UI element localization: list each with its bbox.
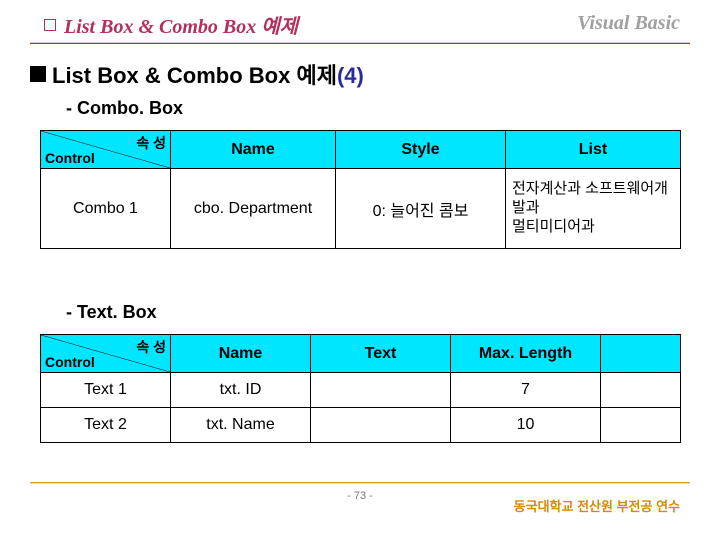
table-header-row: 속 성 Control Name Text Max. Length — [41, 335, 681, 373]
cell-name: txt. Name — [171, 408, 311, 443]
cell-empty — [601, 408, 681, 443]
sub-prefix: - — [66, 98, 77, 118]
col-maxlength: Max. Length — [451, 335, 601, 373]
cell-list: 전자계산과 소프트웨어개발과 멀티미디어과 — [506, 169, 681, 249]
col-empty — [601, 335, 681, 373]
cell-name: cbo. Department — [171, 169, 336, 249]
section-title: List Box & Combo Box 예제(4) — [30, 58, 364, 90]
cell-style: 0: 늘어진 콤보 — [336, 169, 506, 249]
header-divider — [30, 42, 690, 44]
subheading-combobox: - Combo. Box — [66, 98, 183, 119]
corner-cell: 속 성 Control — [41, 335, 171, 373]
cell-maxlength: 7 — [451, 373, 601, 408]
slide-header: List Box & Combo Box 예제 — [44, 10, 298, 39]
subheading-textbox: - Text. Box — [66, 302, 157, 323]
footer-divider — [30, 482, 690, 484]
cell-maxlength: 10 — [451, 408, 601, 443]
cell-control: Combo 1 — [41, 169, 171, 249]
cell-name: txt. ID — [171, 373, 311, 408]
sub-prefix: - — [66, 302, 77, 322]
table-row: Text 2 txt. Name 10 — [41, 408, 681, 443]
cell-empty — [601, 373, 681, 408]
corner-bottom-label: Control — [45, 150, 95, 166]
corner-top-label: 속 성 — [136, 337, 166, 357]
corner-cell: 속 성 Control — [41, 131, 171, 169]
cell-text — [311, 408, 451, 443]
sub-label: Text. Box — [77, 302, 157, 322]
sub-label: Combo. Box — [77, 98, 183, 118]
col-style: Style — [336, 131, 506, 169]
bullet-square-icon — [44, 19, 56, 31]
combobox-properties-table: 속 성 Control Name Style List Combo 1 cbo.… — [40, 130, 681, 249]
col-list: List — [506, 131, 681, 169]
brand-label: Visual Basic — [577, 12, 680, 35]
table-row: Text 1 txt. ID 7 — [41, 373, 681, 408]
cell-control: Text 2 — [41, 408, 171, 443]
col-name: Name — [171, 131, 336, 169]
textbox-properties-table: 속 성 Control Name Text Max. Length Text 1… — [40, 334, 681, 443]
corner-bottom-label: Control — [45, 354, 95, 370]
section-title-text: List Box & Combo Box 예제(4) — [52, 58, 364, 90]
section-prefix: List Box & Combo Box 예제 — [52, 63, 337, 88]
slide-header-title: List Box & Combo Box 예제 — [64, 10, 298, 39]
section-suffix: (4) — [337, 63, 364, 88]
corner-top-label: 속 성 — [136, 133, 166, 153]
cell-control: Text 1 — [41, 373, 171, 408]
table-header-row: 속 성 Control Name Style List — [41, 131, 681, 169]
col-name: Name — [171, 335, 311, 373]
cell-text — [311, 373, 451, 408]
footer-credit: 동국대학교 전산원 부전공 연수 — [514, 496, 680, 515]
filled-square-icon — [30, 66, 46, 82]
table-row: Combo 1 cbo. Department 0: 늘어진 콤보 전자계산과 … — [41, 169, 681, 249]
col-text: Text — [311, 335, 451, 373]
